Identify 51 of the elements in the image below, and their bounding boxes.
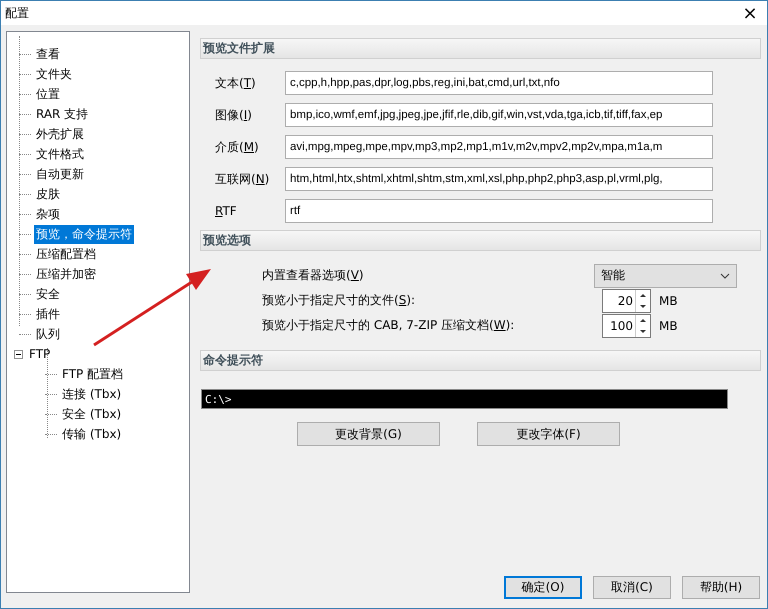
unit-label: MB <box>659 318 678 332</box>
command-prompt-preview: C:\> <box>201 389 728 409</box>
collapse-icon[interactable] <box>14 350 23 358</box>
unit-label: MB <box>659 294 678 308</box>
tree-item[interactable]: 队列 <box>34 324 62 344</box>
viewer-dropdown[interactable]: 智能 <box>594 264 737 288</box>
input-field[interactable]: c,cpp,h,hpp,pas,dpr,log,pbs,reg,ini,bat,cmd,url,txt,nfo <box>285 71 713 95</box>
tree-item[interactable]: 压缩配置档 <box>34 244 98 264</box>
input-field[interactable]: bmp,ico,wmf,emf,jpg,jpeg,jpe,jfif,rle,dib,gif,win,vst,vda,tga,icb,tif,tiff,fax,ep <box>285 103 713 127</box>
tree-item[interactable]: 皮肤 <box>34 184 62 204</box>
field-label: 介质(M) <box>215 138 260 156</box>
option-label: 预览小于指定尺寸的文件(S): <box>262 292 416 309</box>
section-heading: 预览选项 <box>200 230 761 251</box>
input-field[interactable]: avi,mpg,mpeg,mpe,mpv,mp3,mp2,mp1,m1v,m2v,mpv2,mp2v,mpa,m1a,m <box>285 135 713 159</box>
tree-item[interactable]: FTP 配置档 <box>60 364 126 384</box>
tree-item[interactable]: 文件夹 <box>34 64 74 84</box>
number-spinner[interactable]: 100 <box>602 314 651 338</box>
dialog-button[interactable]: 帮助(H) <box>682 576 760 599</box>
number-spinner[interactable]: 20 <box>602 288 651 312</box>
tree-item[interactable]: 位置 <box>34 84 62 104</box>
tree-item[interactable]: 外壳扩展 <box>34 124 86 144</box>
tree-item[interactable]: 连接 (Tbx) <box>60 384 124 404</box>
tree-item[interactable]: RAR 支持 <box>34 104 90 124</box>
section-heading: 命令提示符 <box>200 350 761 371</box>
tree-item[interactable]: 自动更新 <box>34 164 86 184</box>
tree-item[interactable]: 插件 <box>34 304 62 324</box>
option-label: 预览小于指定尺寸的 CAB, 7-ZIP 压缩文档(W): <box>262 317 516 334</box>
field-label: 互联网(N) <box>215 170 270 188</box>
change-button[interactable]: 更改字体(F) <box>477 422 620 446</box>
tree-item[interactable]: 安全 <box>34 284 62 304</box>
change-button[interactable]: 更改背景(G) <box>297 422 440 446</box>
tree-item[interactable]: 杂项 <box>34 204 62 224</box>
tree-item[interactable]: 查看 <box>34 44 62 64</box>
tree-item[interactable]: 压缩并加密 <box>34 264 98 284</box>
input-field[interactable]: htm,html,htx,shtml,xhtml,shtm,stm,xml,xsl,php,php2,php3,asp,pl,vrml,plg, <box>285 167 713 191</box>
window-title: 配置 <box>5 4 29 22</box>
field-label: 图像(I) <box>215 106 253 124</box>
tree-item[interactable]: 传输 (Tbx) <box>60 424 124 444</box>
field-label: 文本(T) <box>215 74 257 92</box>
dialog-button[interactable]: 确定(O) <box>504 576 582 599</box>
tree-item[interactable]: 预览，命令提示符 <box>34 224 134 244</box>
dialog-button[interactable]: 取消(C) <box>593 576 671 599</box>
close-button[interactable]: × <box>733 1 767 25</box>
option-label: 内置查看器选项(V) <box>262 267 365 284</box>
field-label: RTF <box>215 204 238 218</box>
input-field[interactable]: rtf <box>285 199 713 223</box>
tree-item[interactable]: 安全 (Tbx) <box>60 404 124 424</box>
tree-item[interactable]: 文件格式 <box>34 144 86 164</box>
section-heading: 预览文件扩展 <box>200 38 761 59</box>
chevron-down-icon <box>720 272 730 278</box>
tree-item[interactable]: FTP <box>27 346 52 362</box>
